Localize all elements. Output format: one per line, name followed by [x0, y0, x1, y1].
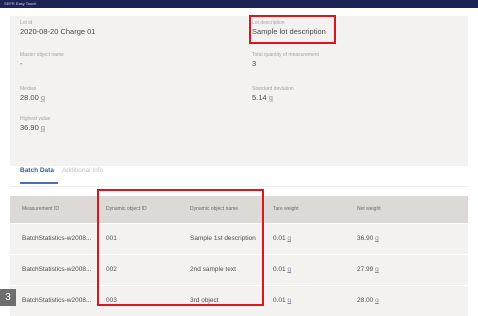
object-id-cell: 002 — [106, 266, 117, 273]
column-header-measurement-id[interactable]: Measurement ID — [22, 196, 59, 223]
table-row[interactable]: BatchStatistics-w2008... 002 2nd sample … — [10, 254, 468, 285]
lot-id-label: Lot id — [20, 20, 33, 26]
measurement-id-cell: BatchStatistics-w2008... — [22, 297, 92, 304]
active-tab-indicator — [20, 182, 58, 184]
object-id-cell: 003 — [106, 297, 117, 304]
tare-unit-link[interactable]: g — [287, 297, 291, 304]
median-label: Median — [20, 86, 37, 92]
batch-data-table: Measurement ID Dynamic object ID Dynamic… — [10, 196, 468, 316]
table-row[interactable]: BatchStatistics-w2008... 001 Sample 1st … — [10, 223, 468, 254]
net-unit-link[interactable]: g — [375, 235, 379, 242]
master-object-name-field: Master object name - — [20, 52, 64, 69]
tare-unit-link[interactable]: g — [287, 235, 291, 242]
column-header-dynamic-object-id[interactable]: Dynamic object ID — [106, 196, 147, 223]
net-weight-value: 27.99 — [357, 266, 374, 273]
standard-deviation-field: Standard deviation 5.14 g — [252, 86, 294, 103]
lot-description-value: Sample lot description — [252, 27, 326, 36]
column-header-dynamic-object-name[interactable]: Dynamic object name — [190, 196, 238, 223]
lot-summary-panel: Lot id 2020-08-20 Charge 01 Lot descript… — [10, 16, 468, 166]
table-header: Measurement ID Dynamic object ID Dynamic… — [10, 196, 468, 223]
standard-deviation-label: Standard deviation — [252, 86, 294, 92]
tare-weight-value: 0.01 — [273, 297, 286, 304]
total-quantity-field: Total quantity of measurement 3 — [252, 52, 319, 69]
measurement-id-cell: BatchStatistics-w2008... — [22, 235, 92, 242]
main-frame: Lot id 2020-08-20 Charge 01 Lot descript… — [0, 8, 478, 316]
detail-tabs: Batch Data Additional Info — [10, 166, 468, 188]
object-name-cell: 3rd object — [190, 297, 219, 304]
highest-value-unit-link[interactable]: g — [41, 123, 45, 132]
net-weight-cell: 28.00 g — [357, 286, 379, 316]
tare-weight-value: 0.01 — [273, 266, 286, 273]
highest-value: 36.90 — [20, 123, 39, 132]
tare-unit-link[interactable]: g — [287, 266, 291, 273]
standard-deviation-value: 5.14 — [252, 93, 267, 102]
object-name-cell: 2nd sample text — [190, 266, 236, 273]
lot-id-field: Lot id 2020-08-20 Charge 01 — [20, 20, 95, 37]
net-weight-cell: 27.99 g — [357, 255, 379, 285]
object-id-cell: 001 — [106, 235, 117, 242]
table-row[interactable]: BatchStatistics-w2008... 003 3rd object … — [10, 285, 468, 316]
tab-batch-data[interactable]: Batch Data — [20, 166, 54, 176]
standard-deviation-unit-link[interactable]: g — [269, 93, 273, 102]
tab-additional-info[interactable]: Additional Info — [62, 166, 103, 176]
highest-value-label: Highest value — [20, 116, 51, 122]
net-unit-link[interactable]: g — [375, 266, 379, 273]
median-field: Median 28.00 g — [20, 86, 45, 103]
median-unit-link[interactable]: g — [41, 93, 45, 102]
net-weight-cell: 36.90 g — [357, 224, 379, 254]
total-quantity-value: 3 — [252, 59, 257, 68]
net-weight-value: 36.90 — [357, 235, 374, 242]
standard-deviation-value-line: 5.14 g — [252, 93, 294, 103]
highest-value-line: 36.90 g — [20, 123, 50, 133]
master-object-name-label: Master object name — [20, 52, 64, 58]
net-weight-value: 28.00 — [357, 297, 374, 304]
lot-description-label: Lot description — [252, 20, 285, 26]
column-header-net-weight[interactable]: Net weight — [357, 196, 381, 223]
tare-weight-value: 0.01 — [273, 235, 286, 242]
window-titlebar: SEFR Easy Touch — [0, 0, 478, 8]
total-quantity-label: Total quantity of measurement — [252, 52, 319, 58]
median-value: 28.00 — [20, 93, 39, 102]
step-number-badge: 3 — [0, 289, 16, 306]
tab-divider — [10, 186, 468, 187]
median-value-line: 28.00 g — [20, 93, 45, 103]
highest-value-field: Highest value 36.90 g — [20, 116, 50, 133]
tare-weight-cell: 0.01 g — [273, 255, 291, 285]
tare-weight-cell: 0.01 g — [273, 224, 291, 254]
net-unit-link[interactable]: g — [375, 297, 379, 304]
tare-weight-cell: 0.01 g — [273, 286, 291, 316]
lot-id-value: 2020-08-20 Charge 01 — [20, 27, 96, 36]
window-title: SEFR Easy Touch — [4, 1, 37, 6]
master-object-name-value: - — [20, 59, 23, 68]
measurement-id-cell: BatchStatistics-w2008... — [22, 266, 92, 273]
column-header-tare-weight[interactable]: Tare weight — [273, 196, 299, 223]
lot-description-field: Lot description Sample lot description — [252, 20, 326, 37]
object-name-cell: Sample 1st description — [190, 235, 256, 242]
